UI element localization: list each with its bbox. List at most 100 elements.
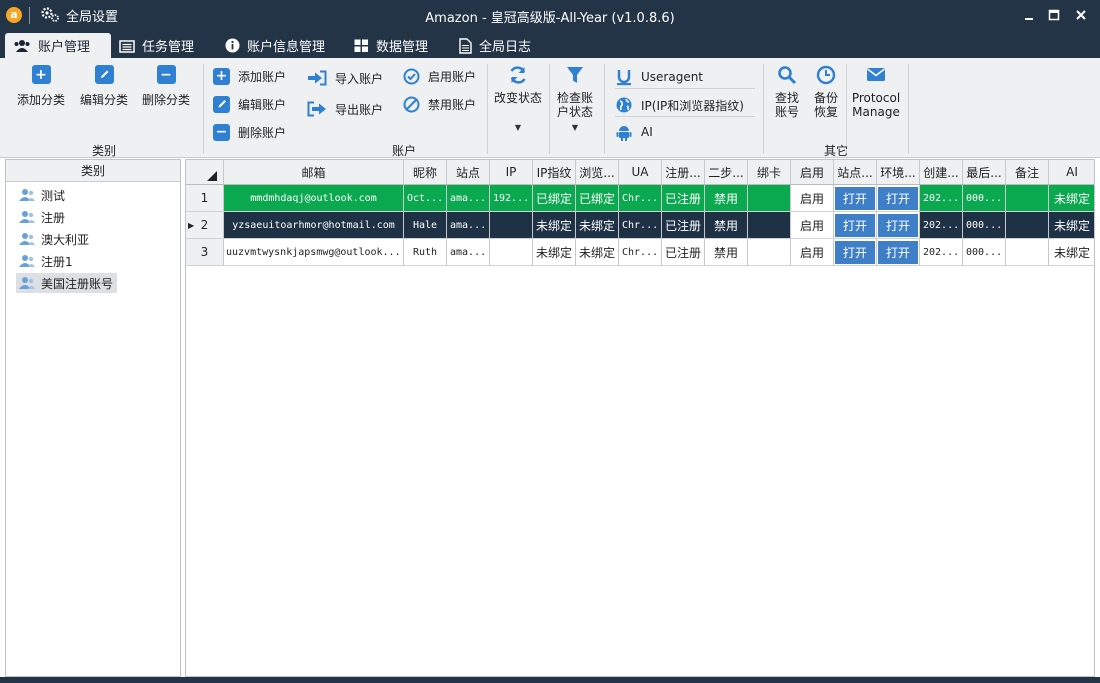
cell-ua: Chr... — [619, 239, 662, 265]
open-site-button[interactable]: 打开 — [835, 240, 875, 264]
change-status-button[interactable]: 改变状态 ▼ — [491, 65, 545, 132]
column-header-enabled[interactable]: 启用 — [791, 160, 834, 184]
table-row[interactable]: 1 mmdmhdaqj@outlook.com Oct... ama... 19… — [186, 185, 1094, 212]
minus-icon: − — [213, 123, 230, 141]
column-header-site[interactable]: 站点 — [447, 160, 490, 184]
cell-created: 202... — [920, 185, 963, 211]
tab-task-management[interactable]: 任务管理 — [119, 33, 194, 58]
cell-card — [748, 212, 791, 238]
cell-site-open: 打开 — [834, 212, 877, 238]
column-header-created[interactable]: 创建... — [920, 160, 963, 184]
ban-icon — [403, 96, 420, 112]
column-header-note[interactable]: 备注 — [1006, 160, 1049, 184]
cell-site: ama... — [447, 212, 490, 238]
column-header-ip-fingerprint[interactable]: IP指纹 — [533, 160, 576, 184]
cell-last: 000... — [963, 212, 1006, 238]
column-header-ua[interactable]: UA — [619, 160, 662, 184]
table-row[interactable]: ▶ 2 yzsaeuitoarhmor@hotmail.com Hale ama… — [186, 212, 1094, 239]
cell-site: ama... — [447, 185, 490, 211]
add-category-button[interactable]: + 添加分类 — [14, 65, 68, 107]
category-item[interactable]: 注册1 — [16, 251, 77, 271]
open-environment-button[interactable]: 打开 — [878, 240, 918, 264]
window-title: Amazon - 皇冠高级版-All-Year (v1.0.8.6) — [425, 11, 675, 26]
maximize-button[interactable] — [1046, 7, 1062, 23]
disable-account-button[interactable]: 禁用账户 — [403, 94, 476, 114]
ribbon-separator — [908, 64, 909, 154]
edit-category-button[interactable]: 编辑分类 — [76, 65, 132, 107]
check-circle-icon — [403, 68, 420, 84]
ribbon-separator — [604, 64, 605, 154]
accounts-grid: 邮箱 昵称 站点 IP IP指纹 浏览... UA 注册... 二步... 绑卡… — [185, 159, 1095, 677]
category-group-label: 类别 — [91, 144, 116, 158]
column-header-email[interactable]: 邮箱 — [224, 160, 404, 184]
users-icon — [14, 39, 30, 52]
edit-category-label: 编辑分类 — [79, 93, 128, 107]
cell-site-open: 打开 — [834, 239, 877, 265]
cell-ip-fingerprint: 未绑定 — [533, 239, 576, 265]
tab-label: 账户信息管理 — [247, 40, 326, 55]
protocol-manage-button[interactable]: Protocol Manage — [849, 65, 903, 119]
chevron-down-icon: ▼ — [571, 123, 579, 132]
open-site-button[interactable]: 打开 — [835, 186, 875, 210]
ip-fingerprint-label: IP(IP和浏览器指纹) — [641, 98, 744, 113]
open-site-button[interactable]: 打开 — [835, 213, 875, 237]
find-account-button[interactable]: 查找 账号 — [770, 65, 804, 119]
cell-browser: 未绑定 — [576, 212, 619, 238]
tab-account-management[interactable]: 账户管理 — [5, 33, 111, 58]
tab-account-info-management[interactable]: 账户信息管理 — [225, 33, 325, 58]
category-item[interactable]: 澳大利亚 — [16, 229, 93, 249]
select-all-corner[interactable] — [186, 160, 224, 184]
protocol-label-line2: Manage — [852, 105, 900, 119]
ip-fingerprint-button[interactable]: IP(IP和浏览器指纹) — [615, 94, 755, 117]
column-header-nickname[interactable]: 昵称 — [404, 160, 447, 184]
edit-account-button[interactable]: 编辑账户 — [213, 94, 286, 114]
tab-global-log[interactable]: 全局日志 — [459, 33, 531, 58]
column-header-env-open[interactable]: 环境... — [877, 160, 920, 184]
category-item[interactable]: 注册 — [16, 207, 69, 227]
close-button[interactable] — [1073, 7, 1089, 23]
account-group-label: 账户 — [391, 144, 416, 158]
category-item-selected[interactable]: 美国注册账号 — [16, 273, 118, 293]
delete-category-button[interactable]: − 删除分类 — [138, 65, 194, 107]
cell-nickname: Hale — [404, 212, 447, 238]
ribbon-separator — [203, 64, 204, 154]
column-header-last[interactable]: 最后... — [963, 160, 1006, 184]
open-environment-button[interactable]: 打开 — [878, 186, 918, 210]
globe-icon — [616, 97, 632, 113]
useragent-button[interactable]: Useragent — [615, 66, 755, 89]
category-item[interactable]: 测试 — [16, 185, 69, 205]
backup-restore-button[interactable]: 备份 恢复 — [809, 65, 843, 119]
table-row[interactable]: 3 uuzvmtwysnkjapsmwg@outlook... Ruth ama… — [186, 239, 1094, 266]
column-header-card[interactable]: 绑卡 — [748, 160, 791, 184]
open-environment-button[interactable]: 打开 — [878, 213, 918, 237]
export-account-button[interactable]: 导出账户 — [307, 99, 383, 119]
add-account-button[interactable]: + 添加账户 — [213, 66, 286, 86]
delete-account-button[interactable]: − 删除账户 — [213, 122, 286, 142]
cell-ua: Chr... — [619, 185, 662, 211]
check-account-status-button[interactable]: 检查账 户状态 ▼ — [552, 65, 598, 132]
cell-ai: 未绑定 — [1053, 245, 1090, 260]
enable-account-button[interactable]: 启用账户 — [403, 66, 476, 86]
tab-data-management[interactable]: 数据管理 — [354, 33, 428, 58]
category-panel-header: 类别 — [6, 160, 180, 182]
ribbon-separator — [549, 64, 550, 154]
column-header-registered[interactable]: 注册... — [662, 160, 705, 184]
column-header-ai[interactable]: AI — [1049, 160, 1094, 184]
ai-button[interactable]: AI — [615, 122, 653, 142]
main-tab-bar: 账户管理 任务管理 账户信息管理 数据管理 全局日志 — [0, 31, 1100, 58]
column-header-ip[interactable]: IP — [490, 160, 533, 184]
minimize-button[interactable] — [1021, 7, 1037, 23]
column-header-site-open[interactable]: 站点... — [834, 160, 877, 184]
cell-last: 000... — [963, 239, 1006, 265]
column-header-two-step[interactable]: 二步... — [705, 160, 748, 184]
column-header-browser[interactable]: 浏览... — [576, 160, 619, 184]
import-account-button[interactable]: 导入账户 — [307, 68, 383, 88]
info-icon — [225, 38, 240, 53]
plus-icon: + — [213, 67, 230, 85]
cell-two-step: 禁用 — [705, 185, 748, 211]
row-number: 3 — [186, 239, 224, 265]
edit-account-label: 编辑账户 — [238, 97, 287, 112]
cell-note — [1006, 185, 1049, 211]
tab-label: 全局日志 — [479, 40, 532, 55]
cell-env-open: 打开 — [877, 212, 920, 238]
